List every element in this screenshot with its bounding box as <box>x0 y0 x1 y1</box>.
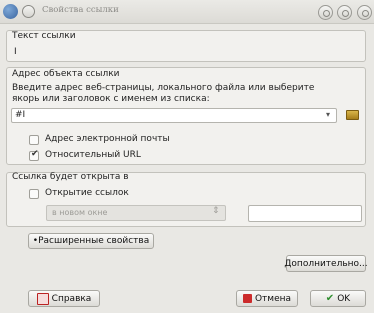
spinner-icon: ⇕ <box>212 206 220 216</box>
chevron-down-icon[interactable]: ▾ <box>326 110 330 119</box>
relative-url-label: Относительный URL <box>45 150 141 160</box>
link-text-legend: Текст ссылки <box>12 31 76 41</box>
target-select-value: в новом окне <box>52 208 108 217</box>
folder-open-icon[interactable] <box>346 110 359 120</box>
relative-url-checkbox[interactable] <box>29 149 39 161</box>
link-text-input[interactable]: I <box>14 47 17 57</box>
app-icon <box>3 4 18 19</box>
address-value: #I <box>15 110 26 120</box>
open-links-label: Открытие ссылок <box>45 188 129 198</box>
open-in-legend: Ссылка будет открыта в <box>12 172 129 182</box>
maximize-icon[interactable] <box>337 5 352 20</box>
cancel-button[interactable]: Отмена <box>236 290 298 307</box>
advanced-properties-button[interactable]: •Расширенные свойства <box>28 233 154 249</box>
help-label: Справка <box>51 293 92 304</box>
help-icon <box>36 292 49 305</box>
email-checkbox[interactable] <box>29 135 39 145</box>
target-text-input[interactable] <box>248 205 362 222</box>
window-title: Свойства ссылки <box>42 5 119 15</box>
ok-label: OK <box>337 293 351 304</box>
address-legend: Адрес объекта ссылки <box>12 69 120 79</box>
address-combobox[interactable] <box>11 108 337 123</box>
address-hint-line1: Введите адрес веб-страницы, локального ф… <box>12 83 315 93</box>
minimize-icon[interactable] <box>318 5 333 20</box>
window-menu-icon[interactable] <box>22 5 35 18</box>
help-button[interactable]: Справка <box>28 290 100 307</box>
cancel-icon <box>242 294 252 303</box>
ok-button[interactable]: ✔ OK <box>310 290 366 307</box>
more-button[interactable]: Дополнительно... <box>284 255 368 272</box>
check-icon: ✔ <box>325 293 335 304</box>
open-links-checkbox[interactable] <box>29 189 39 199</box>
cancel-label: Отмена <box>254 293 292 304</box>
address-hint-line2: якорь или заголовок с именем из списка: <box>12 94 210 104</box>
email-label: Адрес электронной почты <box>45 134 170 144</box>
close-icon[interactable] <box>357 5 372 20</box>
